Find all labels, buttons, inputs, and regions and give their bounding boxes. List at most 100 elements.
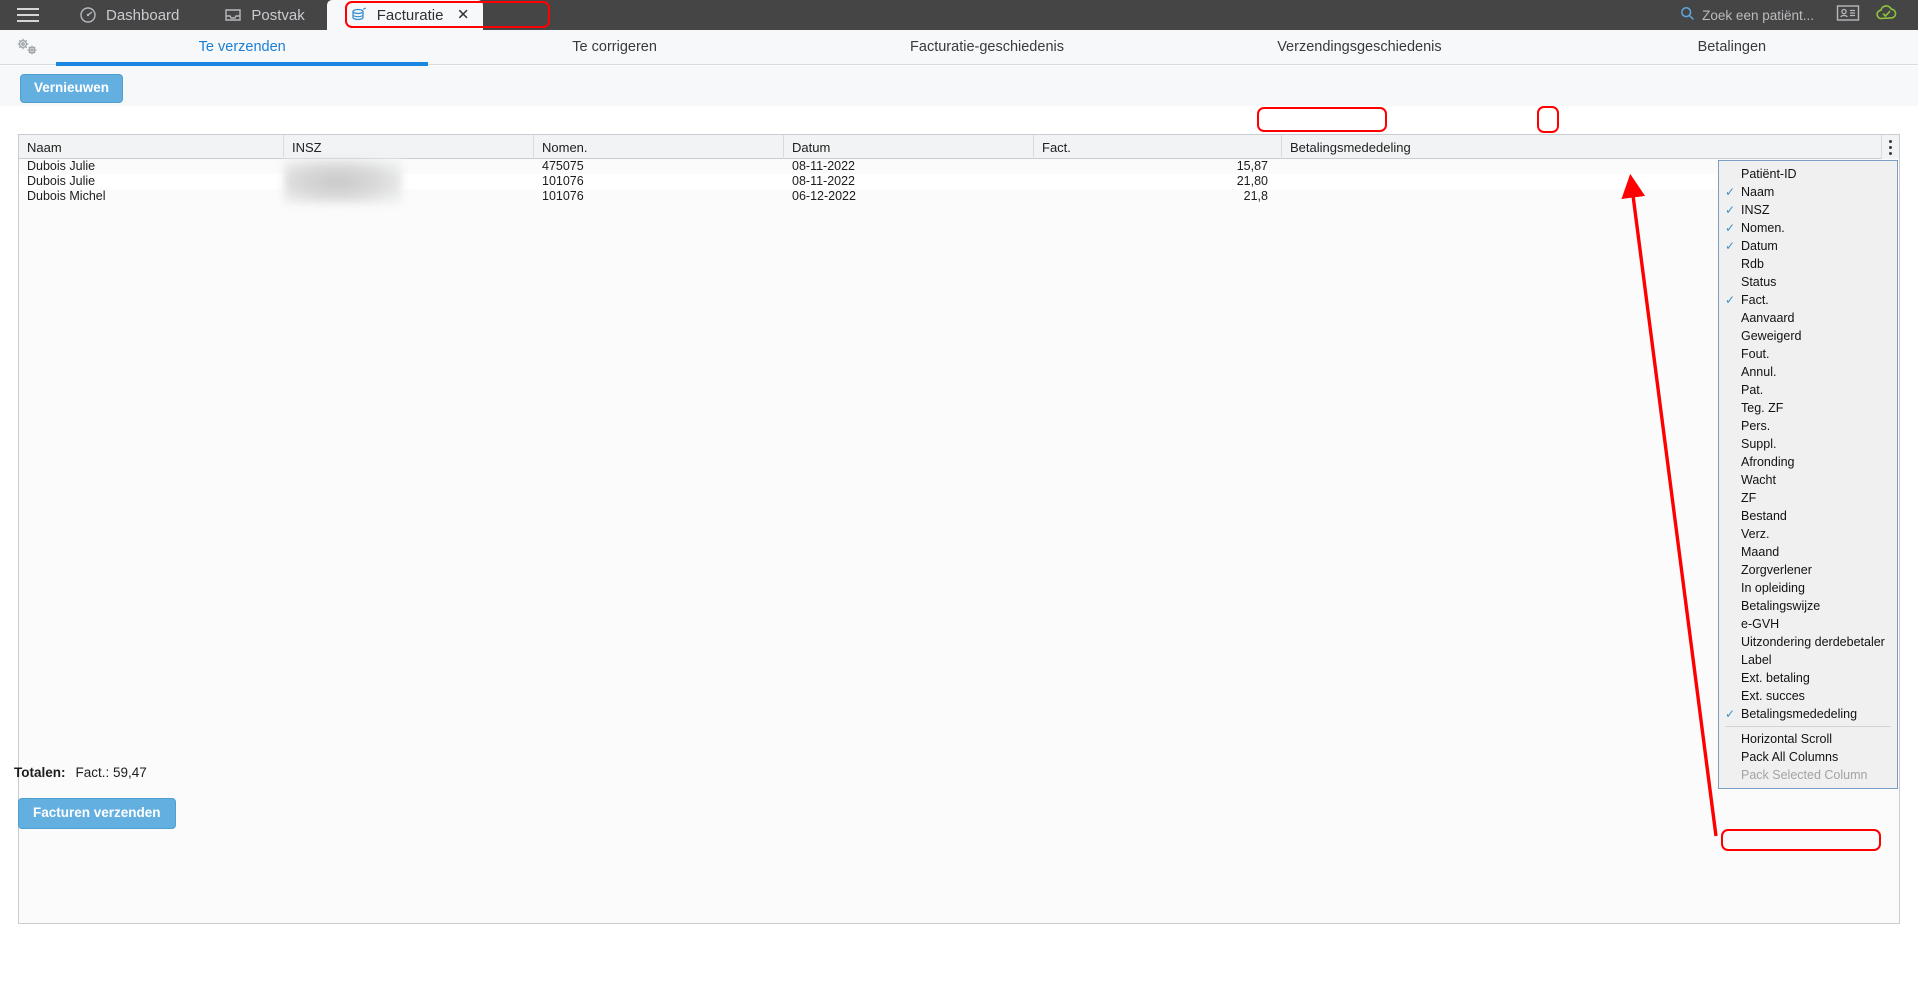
menu-item-betalingsmededeling[interactable]: ✓ Betalingsmededeling: [1719, 705, 1897, 723]
menu-item-label[interactable]: Label: [1719, 651, 1897, 669]
cloud-check-icon[interactable]: [1874, 4, 1900, 27]
menu-item-label: Fout.: [1741, 347, 1770, 361]
cell-naam: Dubois Julie: [27, 174, 96, 188]
menu-item-pati-nt-id[interactable]: Patiënt-ID: [1719, 165, 1897, 183]
menu-item-label: Zorgverlener: [1741, 563, 1812, 577]
menu-separator: [1725, 726, 1891, 727]
cell-naam: Dubois Michel: [27, 189, 106, 203]
menu-item-label: Datum: [1741, 239, 1778, 253]
hamburger-icon[interactable]: [0, 0, 56, 30]
app-tab-facturatie[interactable]: Facturatie ✕: [326, 0, 484, 30]
menu-item-rdb[interactable]: Rdb: [1719, 255, 1897, 273]
tab-betalingen[interactable]: Betalingen: [1546, 30, 1918, 65]
column-header-label: Fact.: [1042, 139, 1071, 155]
menu-item-pat[interactable]: Pat.: [1719, 381, 1897, 399]
annotation-box-kebab: [1537, 106, 1559, 133]
menu-item-suppl[interactable]: Suppl.: [1719, 435, 1897, 453]
refresh-button[interactable]: Vernieuwen: [20, 74, 124, 103]
cell-fact: 21,8: [1243, 189, 1268, 203]
menu-item-label: Bestand: [1741, 509, 1787, 523]
menu-item-bestand[interactable]: Bestand: [1719, 507, 1897, 525]
module-tab-strip: Te verzenden Te corrigeren Facturatie-ge…: [0, 30, 1918, 66]
column-header-betalingsmededeling[interactable]: Betalingsmededeling: [1282, 135, 1882, 159]
cell-nomen: 101076: [542, 189, 584, 203]
menu-item-label: INSZ: [1741, 203, 1770, 217]
menu-item-label: Patiënt-ID: [1741, 167, 1797, 181]
tab-te-corrigeren[interactable]: Te corrigeren: [428, 30, 800, 65]
menu-item-fact[interactable]: ✓ Fact.: [1719, 291, 1897, 309]
search-input[interactable]: Zoek een patiënt...: [1680, 0, 1836, 30]
menu-item-insz[interactable]: ✓ INSZ: [1719, 201, 1897, 219]
vertical-dots-icon[interactable]: [1881, 135, 1899, 159]
tab-label: Facturatie-geschiedenis: [910, 39, 1064, 55]
close-icon[interactable]: ✕: [457, 8, 470, 23]
menu-item-verz[interactable]: Verz.: [1719, 525, 1897, 543]
menu-item-aanvaard[interactable]: Aanvaard: [1719, 309, 1897, 327]
menu-item-zorgverlener[interactable]: Zorgverlener: [1719, 561, 1897, 579]
menu-item-zf[interactable]: ZF: [1719, 489, 1897, 507]
redacted-insz-overlay: [284, 159, 402, 204]
menu-item-pack-selected-column: Pack Selected Column: [1719, 766, 1897, 784]
menu-item-label: Pat.: [1741, 383, 1764, 397]
menu-item-label: Ext. succes: [1741, 689, 1805, 703]
menu-item-datum[interactable]: ✓ Datum: [1719, 237, 1897, 255]
menu-item-label: Horizontal Scroll: [1741, 732, 1833, 746]
send-invoices-button[interactable]: Facturen verzenden: [18, 798, 176, 829]
menu-item-label: Pack All Columns: [1741, 750, 1839, 764]
menu-item-uitzondering-derdebetaler[interactable]: Uitzondering derdebetaler: [1719, 633, 1897, 651]
menu-item-fout[interactable]: Fout.: [1719, 345, 1897, 363]
cell-datum: 06-12-2022: [792, 189, 856, 203]
app-tab-dashboard[interactable]: Dashboard: [56, 0, 201, 30]
menu-item-horizontal-scroll[interactable]: Horizontal Scroll: [1719, 730, 1897, 748]
menu-item-ext-succes[interactable]: Ext. succes: [1719, 687, 1897, 705]
module-tabs: Te verzenden Te corrigeren Facturatie-ge…: [56, 30, 1918, 66]
menu-item-label: Label: [1741, 653, 1772, 667]
menu-item-e-gvh[interactable]: e-GVH: [1719, 615, 1897, 633]
tab-verzendingsgeschiedenis[interactable]: Verzendingsgeschiedenis: [1173, 30, 1545, 65]
totals-label: Totalen:: [14, 765, 66, 780]
menu-item-label: Teg. ZF: [1741, 401, 1784, 415]
menu-item-pack-all-columns[interactable]: Pack All Columns: [1719, 748, 1897, 766]
menu-item-betalingswijze[interactable]: Betalingswijze: [1719, 597, 1897, 615]
menu-item-status[interactable]: Status: [1719, 273, 1897, 291]
menu-item-afronding[interactable]: Afronding: [1719, 453, 1897, 471]
settings-gears-icon[interactable]: [0, 30, 56, 65]
menu-item-geweigerd[interactable]: Geweigerd: [1719, 327, 1897, 345]
menu-item-label: Pack Selected Column: [1741, 768, 1868, 782]
menu-item-label: In opleiding: [1741, 581, 1805, 595]
menu-item-teg-zf[interactable]: Teg. ZF: [1719, 399, 1897, 417]
menu-item-label: Maand: [1741, 545, 1780, 559]
tab-label: Te verzenden: [198, 39, 286, 55]
check-icon: ✓: [1725, 203, 1736, 217]
tab-te-verzenden[interactable]: Te verzenden: [56, 30, 429, 66]
patient-card-icon[interactable]: [1836, 4, 1860, 27]
column-header-insz[interactable]: INSZ: [284, 135, 534, 159]
column-header-naam[interactable]: Naam: [19, 135, 284, 159]
grid-toolbar: Vernieuwen: [0, 66, 1918, 106]
menu-item-nomen[interactable]: ✓ Nomen.: [1719, 219, 1897, 237]
menu-item-label: Suppl.: [1741, 437, 1777, 451]
menu-item-label: Verz.: [1741, 527, 1770, 541]
column-header-label: Datum: [792, 139, 831, 155]
menu-item-annul[interactable]: Annul.: [1719, 363, 1897, 381]
check-icon: ✓: [1725, 707, 1736, 721]
menu-item-wacht[interactable]: Wacht: [1719, 471, 1897, 489]
inbox-icon: [223, 6, 243, 24]
menu-item-pers[interactable]: Pers.: [1719, 417, 1897, 435]
app-tab-postvak[interactable]: Postvak: [201, 0, 326, 30]
menu-item-label: ZF: [1741, 491, 1757, 505]
column-header-label: Betalingsmededeling: [1290, 139, 1411, 155]
menu-item-label: Fact.: [1741, 293, 1769, 307]
tab-facturatie-geschiedenis[interactable]: Facturatie-geschiedenis: [801, 30, 1173, 65]
menu-item-naam[interactable]: ✓ Naam: [1719, 183, 1897, 201]
menu-item-label: Wacht: [1741, 473, 1776, 487]
menu-item-ext-betaling[interactable]: Ext. betaling: [1719, 669, 1897, 687]
column-header-datum[interactable]: Datum: [784, 135, 1034, 159]
column-header-fact[interactable]: Fact.: [1034, 135, 1282, 159]
menu-item-in-opleiding[interactable]: In opleiding: [1719, 579, 1897, 597]
column-header-nomen[interactable]: Nomen.: [534, 135, 784, 159]
menu-item-label: Nomen.: [1741, 221, 1785, 235]
menu-item-maand[interactable]: Maand: [1719, 543, 1897, 561]
tab-label: Te corrigeren: [572, 39, 657, 55]
menu-item-label: Naam: [1741, 185, 1775, 199]
